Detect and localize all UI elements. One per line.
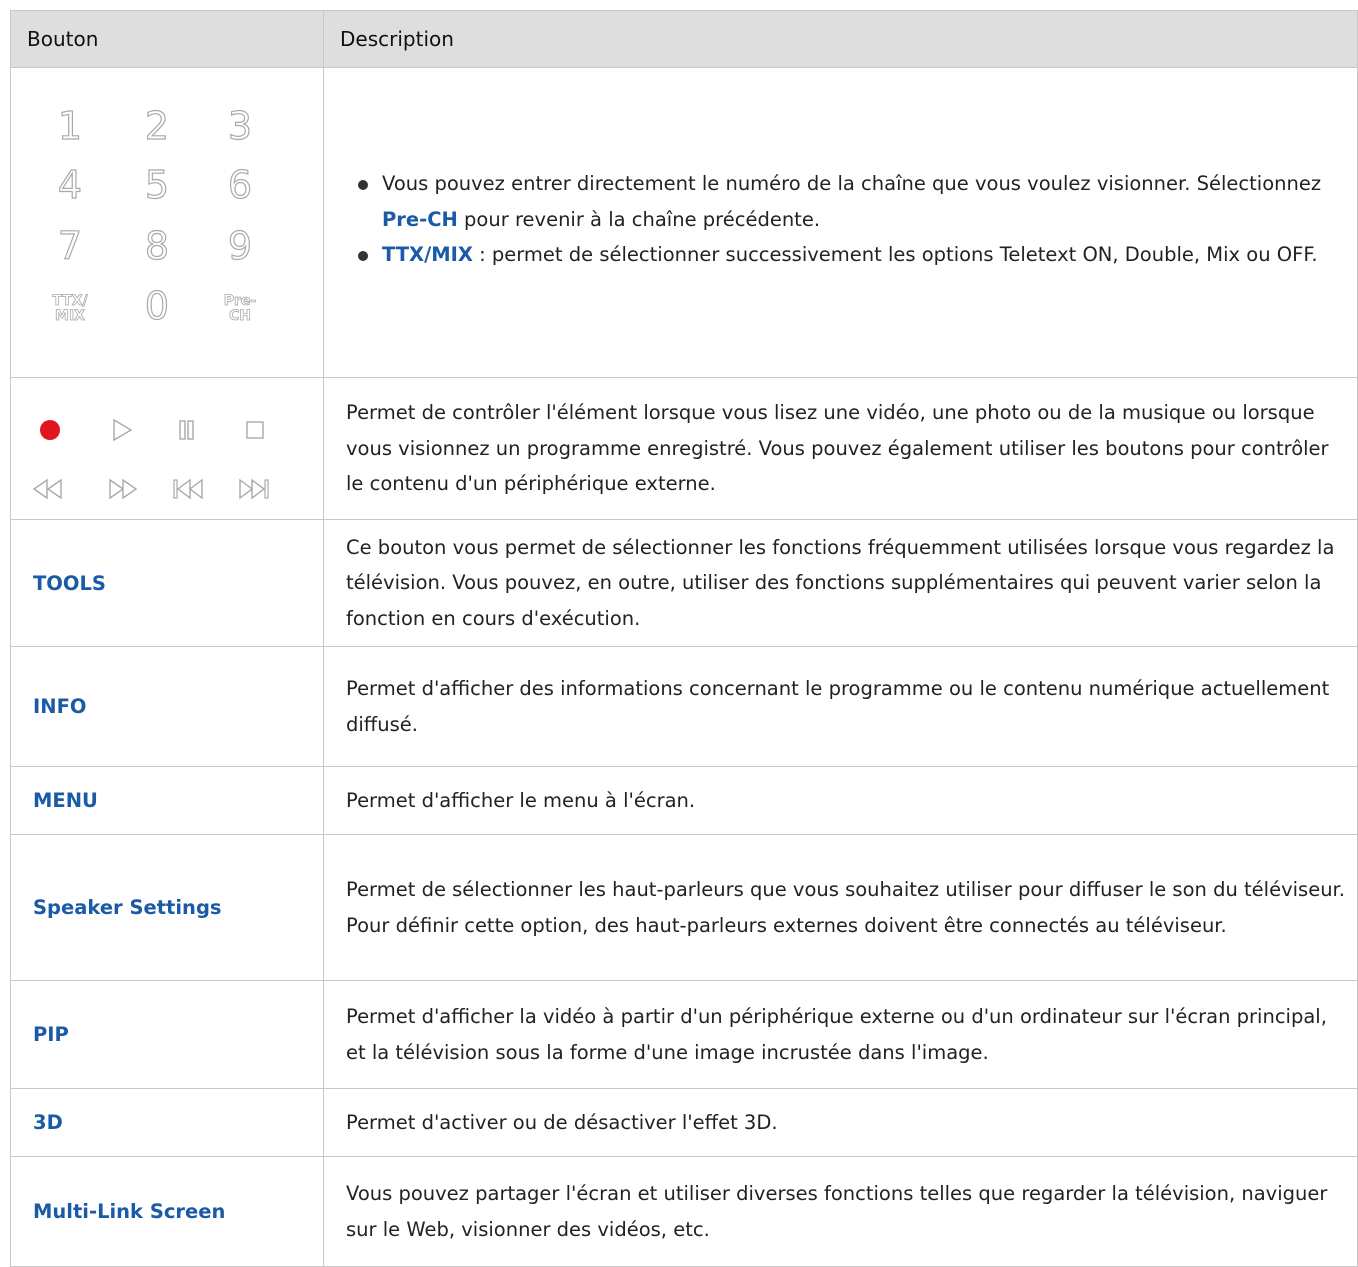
table-row-keypad: 1 2 3 4 5 6 7 8 9 TTX/ MIX 0 Pre- CH Vou… xyxy=(10,67,1358,378)
table-row-speaker-settings: Speaker Settings Permet de sélectionner … xyxy=(10,834,1358,981)
digit-6-key[interactable]: 6 xyxy=(215,164,265,205)
table-row-info: INFO Permet d'afficher des informations … xyxy=(10,646,1358,767)
table-row-pip: PIP Permet d'afficher la vidéo à partir … xyxy=(10,980,1358,1089)
ttx-mix-key[interactable]: TTX/ MIX xyxy=(45,292,95,324)
menu-description: Permet d'afficher le menu à l'écran. xyxy=(323,766,1358,835)
playback-controls xyxy=(11,384,311,514)
playback-description: Permet de contrôler l'élément lorsque vo… xyxy=(323,377,1358,520)
table-row-multi-link-screen: Multi-Link Screen Vous pouvez partager l… xyxy=(10,1156,1358,1267)
pip-description: Permet d'afficher la vidéo à partir d'un… xyxy=(323,980,1358,1089)
pause-icon[interactable] xyxy=(174,417,200,443)
multi-link-screen-button-label: Multi-Link Screen xyxy=(10,1156,324,1267)
pre-ch-key[interactable]: Pre- CH xyxy=(215,292,265,324)
speaker-settings-description: Permet de sélectionner les haut-parleurs… xyxy=(323,834,1358,981)
speaker-settings-button-label: Speaker Settings xyxy=(10,834,324,981)
digit-8-key[interactable]: 8 xyxy=(132,225,182,266)
bullet-text: Vous pouvez entrer directement le numéro… xyxy=(382,172,1322,196)
header-description: Description xyxy=(323,10,1358,68)
tools-button-label: TOOLS xyxy=(10,519,324,647)
stop-icon[interactable] xyxy=(242,417,268,443)
keypad-bullet-list: Vous pouvez entrer directement le numéro… xyxy=(346,166,1347,273)
tools-description: Ce bouton vous permet de sélectionner le… xyxy=(323,519,1358,647)
digit-2-key[interactable]: 2 xyxy=(132,105,182,146)
fast-forward-icon[interactable] xyxy=(106,476,140,502)
keypad-description: Vous pouvez entrer directement le numéro… xyxy=(323,67,1358,378)
pre-ch-line1: Pre- xyxy=(223,292,257,309)
record-icon[interactable] xyxy=(37,417,63,443)
ttx-mix-label: TTX/MIX xyxy=(382,243,473,267)
digit-1-key[interactable]: 1 xyxy=(45,105,95,146)
skip-forward-icon[interactable] xyxy=(237,476,271,502)
digit-0-key[interactable]: 0 xyxy=(132,285,182,326)
keypad-cell: 1 2 3 4 5 6 7 8 9 TTX/ MIX 0 Pre- CH xyxy=(10,67,324,378)
header-bouton: Bouton xyxy=(10,10,324,68)
digit-7-key[interactable]: 7 xyxy=(45,225,95,266)
numeric-keypad: 1 2 3 4 5 6 7 8 9 TTX/ MIX 0 Pre- CH xyxy=(11,88,311,358)
keypad-bullet-1: Vous pouvez entrer directement le numéro… xyxy=(358,166,1347,237)
table-row-3d: 3D Permet d'activer ou de désactiver l'e… xyxy=(10,1088,1358,1157)
ttx-mix-line2: MIX xyxy=(55,307,86,324)
digit-5-key[interactable]: 5 xyxy=(132,164,182,205)
table-row-menu: MENU Permet d'afficher le menu à l'écran… xyxy=(10,766,1358,835)
3d-button-label: 3D xyxy=(10,1088,324,1157)
digit-4-key[interactable]: 4 xyxy=(45,164,95,205)
menu-button-label: MENU xyxy=(10,766,324,835)
3d-description: Permet d'activer ou de désactiver l'effe… xyxy=(323,1088,1358,1157)
bullet-text: pour revenir à la chaîne précédente. xyxy=(457,207,821,231)
table-header-row: Bouton Description xyxy=(10,10,1358,68)
pre-ch-line2: CH xyxy=(229,307,252,324)
ttx-mix-line1: TTX/ xyxy=(52,292,88,309)
rewind-icon[interactable] xyxy=(31,476,65,502)
multi-link-screen-description: Vous pouvez partager l'écran et utiliser… xyxy=(323,1156,1358,1267)
keypad-bullet-2: TTX/MIX : permet de sélectionner success… xyxy=(358,237,1347,273)
info-button-label: INFO xyxy=(10,646,324,767)
pip-button-label: PIP xyxy=(10,980,324,1089)
pre-ch-label: Pre-CH xyxy=(382,207,458,231)
remote-buttons-table: Bouton Description 1 2 3 4 5 6 7 8 9 TTX… xyxy=(10,10,1358,1267)
table-row-playback: Permet de contrôler l'élément lorsque vo… xyxy=(10,377,1358,520)
digit-3-key[interactable]: 3 xyxy=(215,105,265,146)
digit-9-key[interactable]: 9 xyxy=(215,225,265,266)
bullet-text: : permet de sélectionner successivement … xyxy=(472,243,1318,267)
play-icon[interactable] xyxy=(109,417,135,443)
skip-back-icon[interactable] xyxy=(171,476,205,502)
table-row-tools: TOOLS Ce bouton vous permet de sélection… xyxy=(10,519,1358,647)
info-description: Permet d'afficher des informations conce… xyxy=(323,646,1358,767)
playback-cell xyxy=(10,377,324,520)
